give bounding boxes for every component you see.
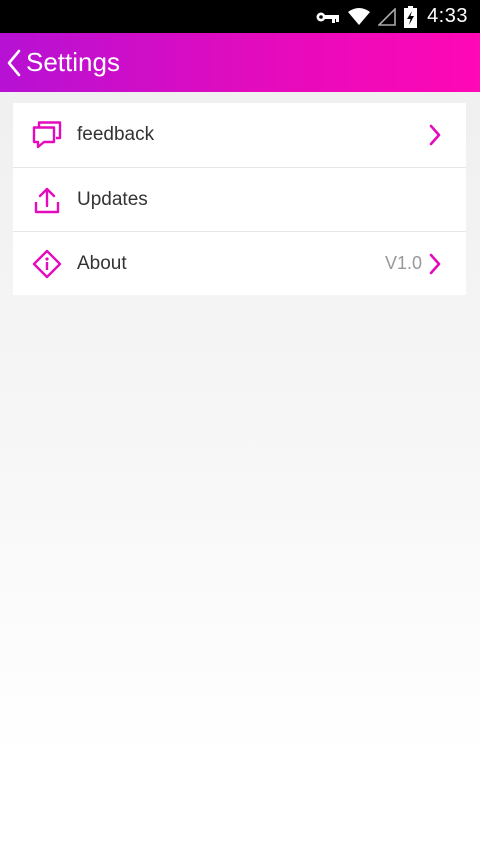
settings-item-updates[interactable]: Updates xyxy=(13,167,466,231)
feedback-icon xyxy=(29,117,65,153)
chevron-left-icon xyxy=(6,49,22,77)
status-bar: 4:33 xyxy=(0,0,480,33)
settings-list: feedback Updates About V1.0 xyxy=(13,103,466,295)
battery-charging-icon xyxy=(404,0,418,33)
settings-item-label: Updates xyxy=(77,188,148,210)
settings-item-label: feedback xyxy=(77,124,155,145)
settings-item-label: About xyxy=(77,252,127,274)
status-time: 4:33 xyxy=(427,5,468,27)
signal-icon xyxy=(378,0,396,33)
back-button[interactable] xyxy=(0,33,22,92)
app-bar: Settings xyxy=(0,33,480,92)
page-title: Settings xyxy=(26,47,120,77)
version-text: V1.0 xyxy=(384,253,422,273)
wifi-icon xyxy=(348,0,371,33)
upload-icon xyxy=(29,182,65,218)
chevron-right-icon xyxy=(428,252,444,276)
chevron-right-icon xyxy=(428,123,444,147)
info-diamond-icon xyxy=(29,246,65,282)
settings-item-feedback[interactable]: feedback xyxy=(13,103,466,167)
settings-item-about[interactable]: About V1.0 xyxy=(13,231,466,295)
vpn-key-icon xyxy=(316,0,340,33)
